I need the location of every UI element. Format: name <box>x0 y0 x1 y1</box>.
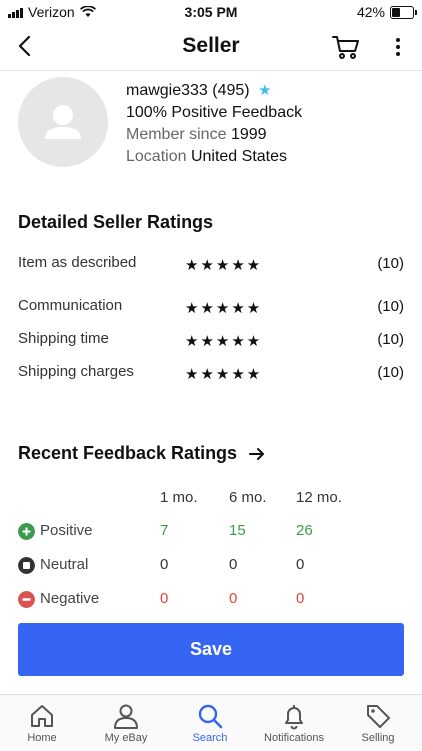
rating-label: Shipping charges <box>18 363 134 380</box>
feedback-label: Neutral <box>40 556 89 573</box>
column-header: 6 mo. <box>229 489 267 506</box>
feedback-label: Positive <box>40 522 93 539</box>
seller-username[interactable]: mawgie333 <box>126 82 208 99</box>
positive-feedback: 100% Positive Feedback <box>126 104 303 121</box>
bell-icon <box>285 705 303 730</box>
feedback-value: 0 <box>296 556 305 573</box>
tab-selling[interactable]: Selling <box>336 695 420 744</box>
tab-label: Selling <box>361 732 395 744</box>
rating-row: Shipping time ★★★★★ (10) <box>18 330 404 350</box>
member-since: Member since 1999 <box>126 124 302 146</box>
rating-count: (10) <box>377 331 404 348</box>
arrow-right-icon <box>249 447 265 460</box>
feedback-value: 0 <box>229 556 238 573</box>
location: Location United States <box>126 146 302 168</box>
tab-bar: Home My eBay Search Notifications Sellin… <box>0 694 422 751</box>
feedback-value: 0 <box>160 590 169 607</box>
rating-stars: ★★★★★ <box>185 257 263 274</box>
tab-label: Notifications <box>264 732 324 744</box>
recent-feedback-title: Recent Feedback Ratings <box>18 443 238 463</box>
avatar <box>18 77 108 167</box>
battery-percent: 42% <box>356 4 385 20</box>
tab-label: My eBay <box>104 732 148 744</box>
feedback-row-neutral: Neutral 0 0 0 <box>18 555 404 577</box>
tab-search[interactable]: Search <box>168 695 252 744</box>
tab-my-ebay[interactable]: My eBay <box>84 695 168 744</box>
feedback-value: 26 <box>296 522 313 539</box>
star-badge-icon: ★ <box>258 82 272 99</box>
person-icon <box>114 704 138 729</box>
location-label: Location <box>126 148 187 165</box>
member-since-label: Member since <box>126 126 227 143</box>
tag-icon <box>367 705 390 728</box>
tab-label: Search <box>192 732 228 744</box>
rating-stars: ★★★★★ <box>185 333 263 350</box>
feedback-value: 7 <box>160 522 169 539</box>
minus-circle-icon <box>18 591 35 608</box>
feedback-row-positive: Positive 7 15 26 <box>18 521 404 543</box>
battery-group: 42% <box>356 4 417 20</box>
seller-score: (495) <box>212 82 250 99</box>
rating-row: Item as described ★★★★★ (10) <box>18 254 404 274</box>
more-options-icon[interactable] <box>392 36 404 58</box>
rating-label: Item as described <box>18 254 137 271</box>
save-button[interactable]: Save <box>18 623 404 676</box>
feedback-row-negative: Negative 0 0 0 <box>18 589 404 611</box>
rating-count: (10) <box>377 255 404 272</box>
column-header: 1 mo. <box>160 489 198 506</box>
nav-bar: Seller <box>0 24 422 71</box>
feedback-value: 0 <box>160 556 169 573</box>
person-silhouette-icon <box>45 105 81 139</box>
neutral-circle-icon <box>18 557 35 574</box>
rating-label: Communication <box>18 297 123 314</box>
feedback-value: 15 <box>229 522 246 539</box>
rating-row: Communication ★★★★★ (10) <box>18 297 404 317</box>
cart-icon[interactable] <box>332 34 360 60</box>
tab-label: Home <box>27 732 57 744</box>
rating-stars: ★★★★★ <box>185 366 263 383</box>
rating-row: Shipping charges ★★★★★ (10) <box>18 363 404 383</box>
recent-feedback-link[interactable]: Recent Feedback Ratings <box>18 443 265 464</box>
rating-label: Shipping time <box>18 330 109 347</box>
tab-notifications[interactable]: Notifications <box>252 695 336 744</box>
seller-name-line: mawgie333 (495) ★ <box>126 80 302 102</box>
detailed-ratings-title: Detailed Seller Ratings <box>18 212 214 232</box>
rating-count: (10) <box>377 298 404 315</box>
plus-circle-icon <box>18 523 35 540</box>
seller-info: mawgie333 (495) ★ 100% Positive Feedback… <box>126 80 302 168</box>
tab-home[interactable]: Home <box>0 695 84 744</box>
location-value: United States <box>190 148 288 165</box>
status-bar: Verizon 3:05 PM 42% <box>0 0 422 24</box>
home-icon <box>31 705 53 727</box>
feedback-value: 0 <box>296 590 305 607</box>
column-header: 12 mo. <box>296 489 342 506</box>
rating-count: (10) <box>377 364 404 381</box>
search-icon <box>198 704 223 729</box>
rating-stars: ★★★★★ <box>185 300 263 317</box>
battery-icon <box>390 5 417 19</box>
feedback-label: Negative <box>40 590 100 607</box>
feedback-value: 0 <box>229 590 238 607</box>
member-since-value: 1999 <box>230 126 267 143</box>
